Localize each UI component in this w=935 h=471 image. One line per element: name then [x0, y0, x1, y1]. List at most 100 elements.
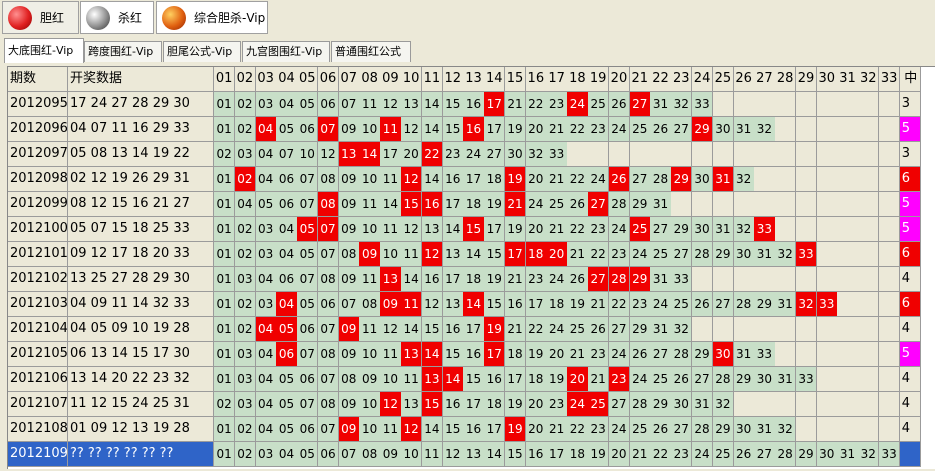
hit-number-cell[interactable]: 02	[234, 167, 257, 192]
number-cell[interactable]: 05	[297, 442, 319, 467]
number-cell[interactable]: 14	[484, 442, 506, 467]
number-cell[interactable]: 03	[255, 242, 277, 267]
number-cell[interactable]: 07	[297, 392, 319, 417]
hit-number-cell[interactable]: 23	[608, 367, 631, 392]
number-cell[interactable]: 09	[338, 192, 360, 217]
number-cell[interactable]: 30	[733, 417, 755, 442]
number-cell[interactable]: 10	[359, 117, 381, 142]
number-cell[interactable]: 29	[754, 292, 776, 317]
number-cell[interactable]: 22	[567, 167, 589, 192]
number-cell[interactable]: 30	[816, 442, 838, 467]
number-cell[interactable]: 10	[401, 442, 423, 467]
number-cell[interactable]: 27	[671, 242, 693, 267]
number-cell[interactable]: 25	[546, 192, 568, 217]
hit-number-cell[interactable]: 13	[401, 342, 423, 367]
number-cell[interactable]: 04	[255, 167, 277, 192]
number-column-header[interactable]: 10	[401, 67, 423, 92]
number-cell[interactable]: 07	[297, 267, 319, 292]
hit-number-cell[interactable]: 16	[463, 117, 485, 142]
number-cell[interactable]: 08	[338, 367, 360, 392]
number-cell[interactable]: 08	[338, 242, 360, 267]
number-cell[interactable]: 02	[214, 142, 236, 167]
number-column-header[interactable]: 12	[442, 67, 464, 92]
number-cell[interactable]: 17	[504, 367, 527, 392]
number-cell[interactable]: 25	[671, 292, 693, 317]
number-cell[interactable]: 09	[380, 442, 402, 467]
hit-number-cell[interactable]: 29	[629, 267, 651, 292]
number-cell[interactable]: 24	[608, 217, 631, 242]
number-cell[interactable]: 06	[276, 167, 298, 192]
number-cell[interactable]: 23	[588, 342, 610, 367]
number-cell[interactable]: 31	[775, 367, 797, 392]
number-cell[interactable]: 31	[733, 117, 755, 142]
number-cell[interactable]: 26	[671, 367, 693, 392]
number-cell[interactable]: 10	[380, 367, 402, 392]
draw-numbers-cell[interactable]: 04 07 11 16 29 33	[68, 117, 214, 142]
hit-number-cell[interactable]: 12	[421, 242, 444, 267]
number-column-header[interactable]: 20	[608, 67, 631, 92]
number-cell[interactable]: 01	[214, 367, 236, 392]
number-cell[interactable]: 12	[380, 317, 402, 342]
number-cell[interactable]: 26	[650, 417, 672, 442]
period-cell[interactable]: 2012103	[8, 292, 68, 317]
number-column-header[interactable]: 09	[380, 67, 402, 92]
number-cell[interactable]: 01	[214, 442, 236, 467]
number-cell[interactable]: 02	[214, 392, 236, 417]
sub-tab-jiugongtu-weihong[interactable]: 九宫图围红-Vip	[242, 41, 330, 62]
number-cell[interactable]: 02	[234, 292, 257, 317]
draw-numbers-cell[interactable]: 13 25 27 28 29 30	[68, 267, 214, 292]
number-cell[interactable]: 27	[712, 292, 734, 317]
number-cell[interactable]: 04	[255, 417, 277, 442]
number-cell[interactable]: 26	[588, 317, 610, 342]
number-cell[interactable]: 27	[671, 117, 693, 142]
hit-number-cell[interactable]: 13	[421, 367, 444, 392]
number-cell[interactable]: 04	[255, 342, 277, 367]
number-column-header[interactable]: 05	[297, 67, 319, 92]
number-cell[interactable]: 09	[338, 392, 360, 417]
number-column-header[interactable]: 08	[359, 67, 381, 92]
number-cell[interactable]: 02	[234, 217, 257, 242]
number-cell[interactable]: 30	[754, 367, 776, 392]
number-cell[interactable]: 17	[442, 267, 464, 292]
hit-number-cell[interactable]: 15	[401, 192, 423, 217]
hit-number-cell[interactable]: 21	[504, 192, 527, 217]
sub-tab-dadi-weihong[interactable]: 大底围红-Vip	[4, 38, 84, 63]
number-cell[interactable]: 02	[234, 117, 257, 142]
number-cell[interactable]: 08	[359, 442, 381, 467]
hit-number-cell[interactable]: 29	[671, 167, 693, 192]
hit-number-cell[interactable]: 24	[567, 92, 589, 117]
number-cell[interactable]: 14	[401, 267, 423, 292]
number-cell[interactable]: 24	[463, 142, 485, 167]
number-cell[interactable]: 29	[795, 442, 818, 467]
number-cell[interactable]: 20	[525, 217, 547, 242]
number-cell[interactable]: 27	[629, 167, 651, 192]
number-cell[interactable]: 01	[214, 342, 236, 367]
number-cell[interactable]: 21	[504, 92, 527, 117]
number-cell[interactable]: 16	[463, 92, 485, 117]
number-cell[interactable]: 32	[733, 167, 755, 192]
number-column-header[interactable]: 14	[484, 67, 506, 92]
number-cell[interactable]: 24	[629, 367, 651, 392]
hit-number-cell[interactable]: 07	[317, 117, 340, 142]
number-cell[interactable]: 12	[421, 292, 444, 317]
number-cell[interactable]: 21	[567, 342, 589, 367]
number-cell[interactable]: 23	[525, 267, 547, 292]
hit-number-cell[interactable]: 14	[442, 367, 464, 392]
number-cell[interactable]: 31	[775, 292, 797, 317]
number-cell[interactable]: 06	[317, 292, 340, 317]
number-cell[interactable]: 26	[691, 292, 714, 317]
number-cell[interactable]: 22	[567, 417, 589, 442]
hit-number-cell[interactable]: 12	[380, 392, 402, 417]
number-cell[interactable]: 24	[608, 117, 631, 142]
number-cell[interactable]: 06	[317, 442, 340, 467]
number-column-header[interactable]: 18	[567, 67, 589, 92]
number-cell[interactable]: 25	[588, 92, 610, 117]
number-cell[interactable]: 09	[338, 342, 360, 367]
number-cell[interactable]: 14	[401, 317, 423, 342]
number-cell[interactable]: 22	[567, 217, 589, 242]
number-cell[interactable]: 24	[608, 342, 631, 367]
number-column-header[interactable]: 06	[317, 67, 340, 92]
draw-numbers-cell[interactable]: 02 12 19 26 29 31	[68, 167, 214, 192]
hit-number-cell[interactable]: 16	[421, 192, 444, 217]
hit-number-cell[interactable]: 20	[546, 242, 568, 267]
